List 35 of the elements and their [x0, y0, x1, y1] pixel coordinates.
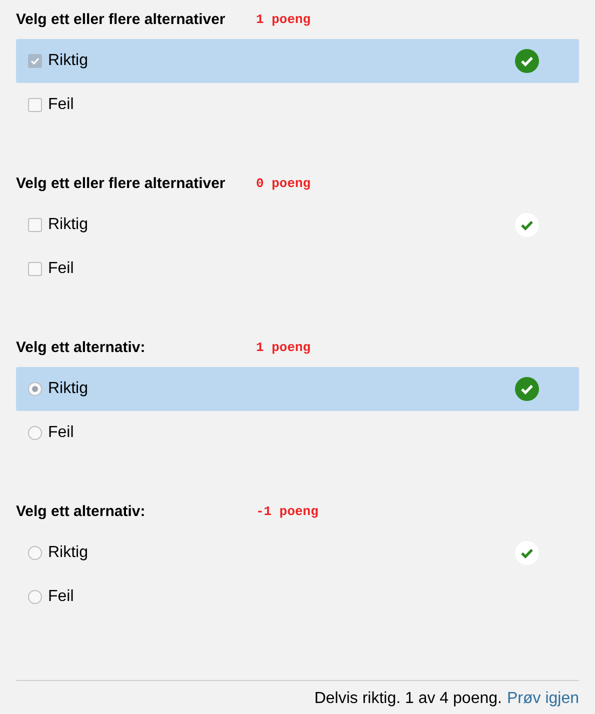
option-label: Riktig — [48, 543, 90, 563]
radio-button[interactable] — [28, 590, 42, 604]
option-label: Feil — [48, 95, 75, 115]
answer-option[interactable]: Riktig — [16, 367, 579, 411]
answer-option[interactable]: Feil — [16, 575, 579, 619]
score-summary: Delvis riktig. 1 av 4 poeng. — [314, 689, 502, 709]
answer-option[interactable]: Riktig — [16, 531, 579, 575]
answer-option[interactable]: Feil — [16, 83, 579, 127]
points-label: -1 poeng — [256, 503, 318, 522]
retry-link[interactable]: Prøv igjen — [506, 687, 579, 711]
checkbox[interactable] — [28, 262, 42, 276]
option-label: Riktig — [48, 51, 90, 71]
question-title: Velg ett alternativ: — [16, 502, 146, 522]
points-label: 0 poeng — [256, 175, 311, 194]
option-label: Riktig — [48, 379, 90, 399]
checkbox[interactable] — [28, 98, 42, 112]
option-label: Feil — [48, 587, 75, 607]
points-label: 1 poeng — [256, 339, 311, 358]
answer-option[interactable]: Feil — [16, 411, 579, 455]
question-title: Velg ett eller flere alternativer — [16, 174, 226, 194]
checkmark-icon — [30, 56, 40, 66]
question-title: Velg ett alternativ: — [16, 338, 146, 358]
radio-button[interactable] — [28, 382, 42, 396]
radio-button[interactable] — [28, 546, 42, 560]
option-label: Feil — [48, 259, 75, 279]
answer-option[interactable]: Riktig — [16, 203, 579, 247]
checkbox[interactable] — [28, 54, 42, 68]
answer-option[interactable]: Riktig — [16, 39, 579, 83]
question-title: Velg ett eller flere alternativer — [16, 10, 226, 30]
points-label: 1 poeng — [256, 11, 311, 30]
radio-button[interactable] — [28, 426, 42, 440]
answer-option[interactable]: Feil — [16, 247, 579, 291]
option-label: Feil — [48, 423, 75, 443]
option-label: Riktig — [48, 215, 90, 235]
checkbox[interactable] — [28, 218, 42, 232]
